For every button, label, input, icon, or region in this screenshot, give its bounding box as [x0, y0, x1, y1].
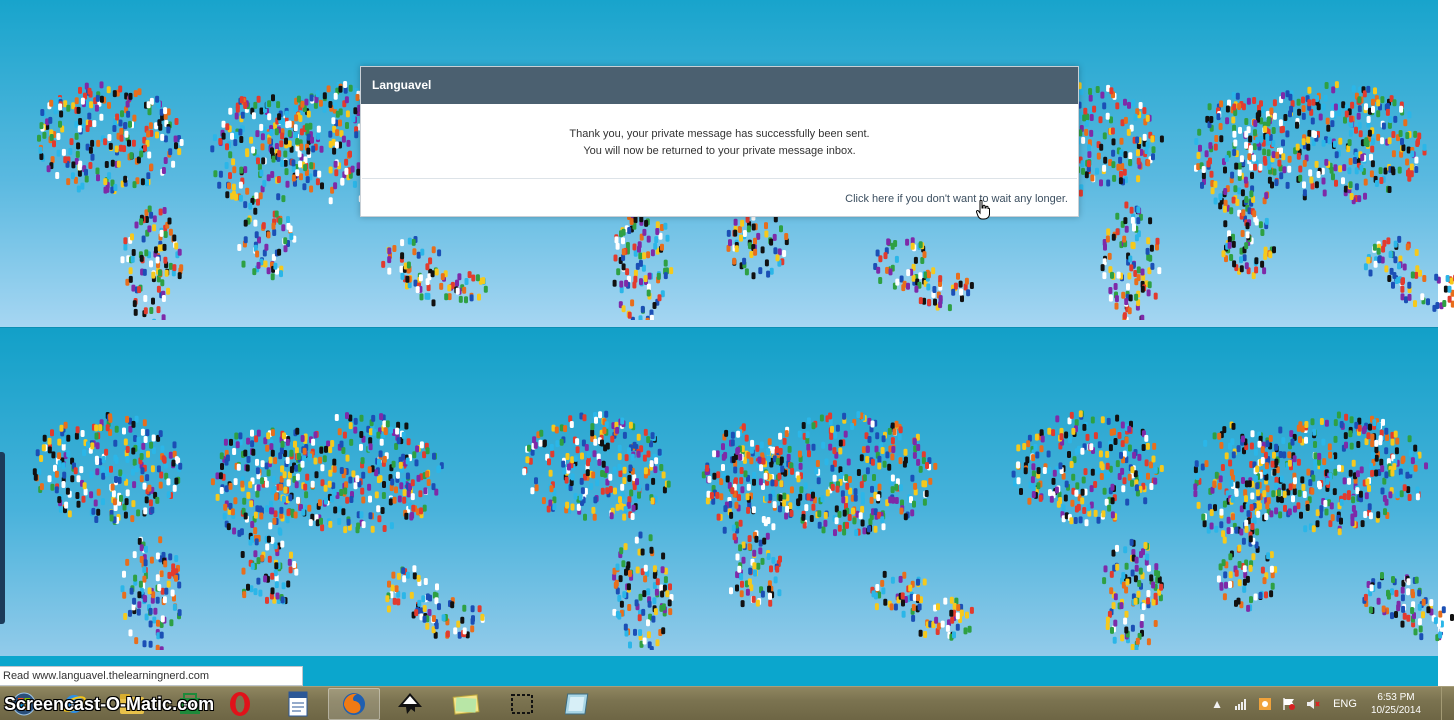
snip-icon — [511, 694, 533, 714]
taskbar-firefox[interactable] — [328, 688, 380, 720]
world-map-graphic — [990, 360, 1454, 650]
world-map-graphic — [10, 360, 500, 650]
side-tab[interactable] — [0, 452, 5, 624]
dialog-message: Thank you, your private message has succ… — [361, 104, 1078, 178]
show-hidden-icons-icon[interactable]: ▲ — [1210, 697, 1224, 711]
notes-icon — [452, 694, 480, 715]
tablet-icon — [565, 693, 589, 715]
clock[interactable]: 6:53 PM 10/25/2014 — [1371, 691, 1421, 717]
hand-cursor-icon — [975, 199, 990, 225]
volume-muted-icon[interactable] — [1306, 697, 1320, 711]
dialog-title: Languavel — [361, 67, 1078, 104]
system-tray: ▲ ENG 6:53 PM 10/25/2014 — [1205, 687, 1454, 720]
action-center-icon[interactable] — [1258, 697, 1272, 711]
taskbar-notes[interactable] — [440, 688, 492, 720]
taskbar-inkscape[interactable] — [384, 688, 436, 720]
clock-time: 6:53 PM — [1377, 692, 1415, 703]
browser-status-bar: Read www.languavel.thelearningnerd.com — [0, 666, 303, 686]
windows-taskbar: e ▲ ENG 6:53 PM 10/25/2014 — [0, 686, 1454, 720]
taskbar-opera[interactable] — [214, 688, 266, 720]
dialog-footer: Click here if you don't want to wait any… — [361, 179, 1078, 205]
browser-viewport: Languavel Thank you, your private messag… — [0, 0, 1454, 720]
recording-watermark: Screencast-O-Matic.com — [4, 694, 215, 714]
taskbar-document[interactable] — [272, 688, 324, 720]
taskbar-tablet[interactable] — [552, 688, 604, 720]
clock-date: 10/25/2014 — [1370, 705, 1421, 716]
opera-icon — [230, 692, 250, 716]
redirect-dialog: Languavel Thank you, your private messag… — [360, 66, 1079, 217]
message-line-2: You will now be returned to your private… — [583, 145, 856, 157]
input-language[interactable]: ENG — [1333, 698, 1357, 710]
document-icon — [288, 691, 308, 717]
world-map-graphic — [500, 360, 990, 650]
network-signal-icon[interactable] — [1234, 697, 1248, 711]
flag-warning-icon[interactable] — [1282, 697, 1296, 711]
show-desktop-button[interactable] — [1441, 687, 1454, 720]
skip-wait-link[interactable]: Click here if you don't want to wait any… — [845, 193, 1068, 205]
taskbar-snipping-tool[interactable] — [496, 688, 548, 720]
message-line-1: Thank you, your private message has succ… — [569, 128, 870, 140]
firefox-icon — [343, 693, 365, 715]
inkscape-icon — [398, 693, 422, 714]
